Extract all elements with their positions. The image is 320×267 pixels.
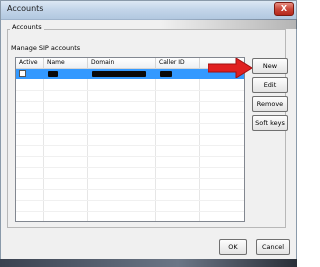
close-icon: X (280, 4, 288, 13)
background-shadow (160, 19, 297, 29)
grid-row-line (16, 123, 244, 124)
grid-row-line (16, 134, 244, 135)
grid-row-line (16, 211, 244, 212)
redacted-caller-id (160, 71, 172, 77)
edit-button[interactable]: Edit (252, 77, 288, 93)
grid-row-line (16, 90, 244, 91)
close-button[interactable]: X (274, 2, 294, 16)
grid-row-line (16, 189, 244, 190)
title-bar[interactable]: Accounts X (1, 1, 296, 20)
new-button[interactable]: New (252, 58, 288, 74)
red-arrow-icon (207, 57, 253, 82)
grid-row-line (16, 167, 244, 168)
active-checkbox[interactable] (19, 70, 26, 77)
column-header-active[interactable]: Active (16, 58, 44, 68)
column-header-name[interactable]: Name (44, 58, 88, 68)
grid-row-line (16, 156, 244, 157)
grid-row-line (16, 145, 244, 146)
remove-button[interactable]: Remove (252, 96, 288, 112)
window-title: Accounts (7, 4, 44, 13)
ok-button[interactable]: OK (219, 239, 247, 255)
grid-row-line (16, 101, 244, 102)
soft-keys-button[interactable]: Soft keys (252, 115, 288, 131)
column-header-caller-id[interactable]: Caller ID (156, 58, 200, 68)
taskbar-strip (0, 259, 297, 267)
group-label: Accounts (10, 23, 44, 31)
grid-row-line (16, 200, 244, 201)
grid-row-line (16, 178, 244, 179)
redacted-domain (92, 71, 146, 77)
column-header-domain[interactable]: Domain (88, 58, 156, 68)
cancel-button[interactable]: Cancel (256, 239, 290, 255)
grid-row-line (16, 112, 244, 113)
manage-sip-label: Manage SIP accounts (11, 44, 81, 52)
redacted-name (48, 71, 58, 77)
